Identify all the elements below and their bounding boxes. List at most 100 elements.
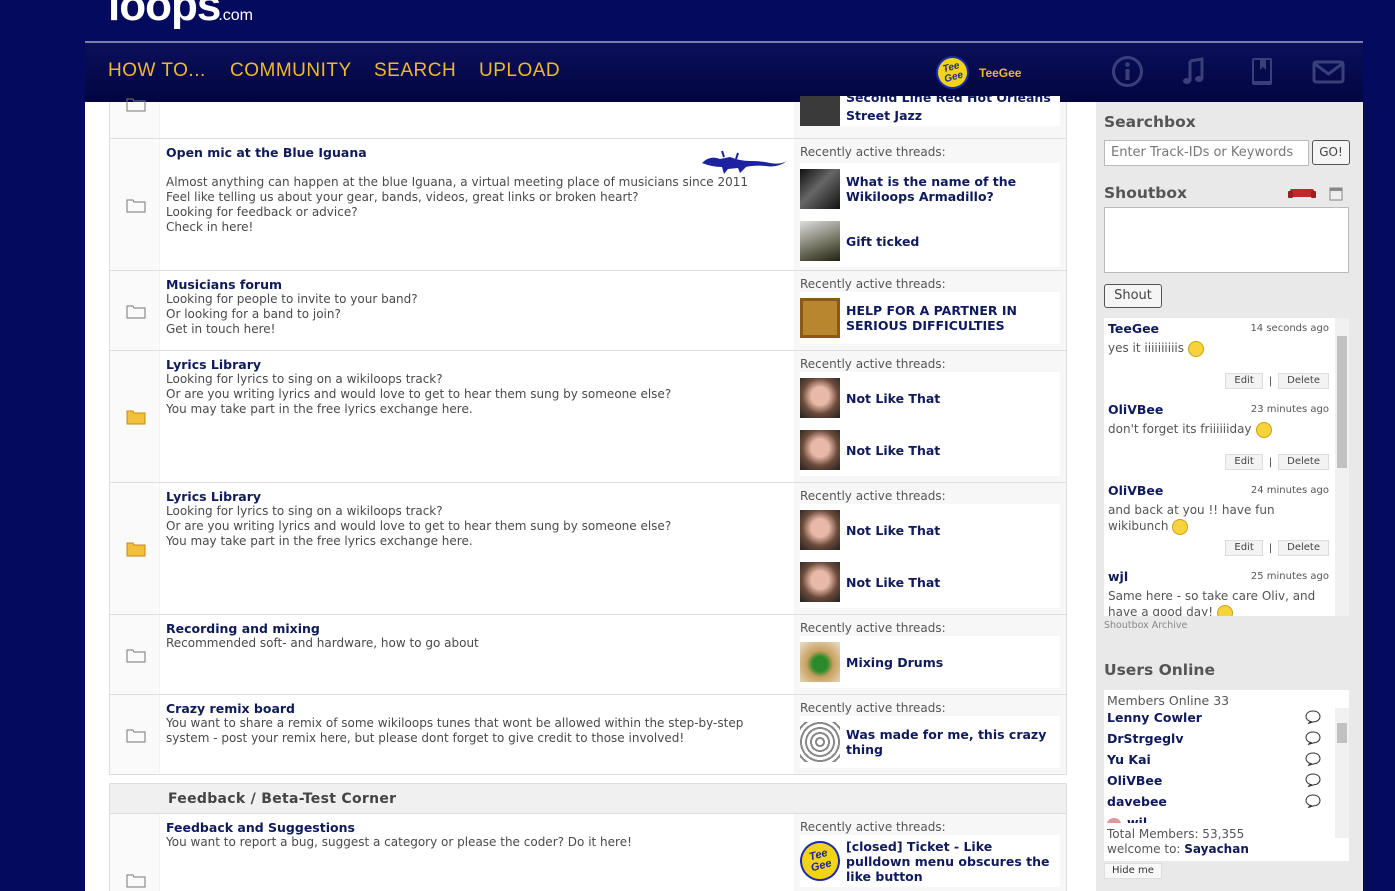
online-member[interactable]: OliVBee (1107, 771, 1346, 792)
online-member[interactable]: wil (1107, 813, 1346, 823)
threads-label: Recently active threads: (800, 277, 946, 291)
thread-link[interactable]: Mixing Drums (846, 655, 943, 670)
nav-upload[interactable]: UPLOAD (479, 60, 560, 82)
thread-link[interactable]: Gift ticked (846, 234, 919, 249)
member-avatar (1107, 817, 1121, 823)
book-icon[interactable] (1245, 55, 1278, 88)
thread-thumbnail[interactable] (800, 378, 840, 418)
welcome-member[interactable]: Sayachan (1184, 842, 1249, 856)
forum-title[interactable]: Recording and mixing (166, 621, 788, 636)
section-header: Feedback / Beta-Test Corner (109, 783, 1067, 814)
edit-button[interactable]: Edit (1225, 540, 1263, 556)
user-menu[interactable]: Tee Gee TeeGee (932, 52, 1021, 93)
nav-search[interactable]: SEARCH (374, 60, 456, 82)
search-go-button[interactable]: GO! (1312, 140, 1350, 165)
forum-title[interactable]: Feedback and Suggestions (166, 820, 788, 835)
thread-thumbnail[interactable] (800, 96, 840, 126)
search-input[interactable]: Enter Track-IDs or Keywords (1104, 140, 1309, 166)
thread-thumbnail[interactable] (800, 722, 840, 762)
delete-button[interactable]: Delete (1278, 540, 1329, 556)
thread-thumbnail[interactable] (800, 430, 840, 470)
grin-smiley-icon (1255, 421, 1272, 438)
site-logo[interactable]: loops.com (108, 0, 253, 38)
forum-title[interactable]: Open mic at the Blue Iguana (166, 145, 788, 160)
threads-label: Recently active threads: (800, 820, 946, 834)
iguana-icon (702, 150, 787, 174)
thread-thumbnail[interactable] (800, 562, 840, 602)
popout-icon[interactable] (1329, 187, 1343, 201)
info-icon[interactable] (1111, 55, 1144, 88)
chat-bubble-icon[interactable] (1305, 731, 1321, 745)
chat-bubble-icon[interactable] (1305, 773, 1321, 787)
folder-icon[interactable] (126, 96, 146, 112)
forum-description: Looking for people to invite to your ban… (166, 292, 418, 336)
hide-me-button[interactable]: Hide me (1104, 863, 1162, 879)
folder-icon[interactable] (126, 872, 146, 888)
edit-button[interactable]: Edit (1225, 373, 1263, 389)
chat-bubble-icon[interactable] (1305, 710, 1321, 724)
thread-thumbnail[interactable]: Tee Gee (795, 836, 845, 886)
delete-button[interactable]: Delete (1278, 454, 1329, 470)
user-avatar[interactable]: Tee Gee (932, 52, 973, 93)
forum-row: Musicians forum Looking for people to in… (109, 271, 1067, 351)
forum-row: Lyrics Library Looking for lyrics to sin… (109, 483, 1067, 615)
sofa-icon[interactable] (1288, 186, 1316, 200)
folder-icon[interactable] (126, 727, 146, 743)
users-scrollbar[interactable] (1335, 708, 1349, 838)
thread-thumbnail[interactable] (800, 510, 840, 550)
delete-button[interactable]: Delete (1278, 373, 1329, 389)
thread-link[interactable]: Second Line Red Hot Orleans (846, 96, 1051, 108)
forum-description: You want to report a bug, suggest a cate… (166, 835, 632, 849)
welcome-label: welcome to: (1107, 842, 1181, 856)
forum-title[interactable]: Lyrics Library (166, 489, 788, 504)
folder-icon[interactable] (126, 647, 146, 663)
folder-icon[interactable] (126, 303, 146, 319)
nav-community[interactable]: COMMUNITY (230, 60, 352, 82)
thread-link[interactable]: Street Jazz (846, 108, 1051, 123)
shout-text: don't forget its friiiiiiday (1108, 422, 1252, 436)
threads-label: Recently active threads: (800, 357, 946, 371)
edit-button[interactable]: Edit (1225, 454, 1263, 470)
thread-thumbnail[interactable] (800, 298, 840, 338)
online-member[interactable]: davebee (1107, 792, 1346, 813)
online-member[interactable]: DrStrgeglv (1107, 729, 1346, 750)
forum-title[interactable]: Musicians forum (166, 277, 788, 292)
thread-link[interactable]: What is the name of the Wikiloops Armadi… (846, 174, 1060, 204)
chat-bubble-icon[interactable] (1305, 794, 1321, 808)
thread-link[interactable]: Not Like That (846, 391, 940, 406)
folder-icon[interactable] (126, 541, 146, 557)
folder-icon[interactable] (126, 197, 146, 213)
mail-icon[interactable] (1312, 55, 1345, 88)
chat-bubble-icon[interactable] (1305, 752, 1321, 766)
forum-row: Lyrics Library Looking for lyrics to sin… (109, 351, 1067, 483)
music-note-icon[interactable] (1178, 55, 1211, 88)
thread-link[interactable]: Not Like That (846, 443, 940, 458)
shout-button[interactable]: Shout (1104, 284, 1162, 308)
forum-title[interactable]: Crazy remix board (166, 701, 788, 716)
searchbox-title: Searchbox (1104, 113, 1196, 131)
shout-textarea[interactable] (1104, 207, 1349, 273)
thread-link[interactable]: Not Like That (846, 575, 940, 590)
online-member[interactable]: Lenny Cowler (1107, 708, 1346, 729)
online-member[interactable]: Yu Kai (1107, 750, 1346, 771)
thread-thumbnail[interactable] (800, 221, 840, 261)
forum-description: Looking for lyrics to sing on a wikiloop… (166, 372, 672, 416)
shoutbox-messages[interactable]: TeeGee 14 seconds ago yes it iiiiiiiiiis… (1104, 318, 1349, 616)
forum-description: Almost anything can happen at the blue I… (166, 175, 749, 234)
forum-title[interactable]: Lyrics Library (166, 357, 788, 372)
nav-how-to[interactable]: HOW TO... (108, 60, 206, 82)
thread-link[interactable]: HELP FOR A PARTNER IN SERIOUS DIFFICULTI… (846, 303, 1060, 333)
folder-icon[interactable] (126, 409, 146, 425)
thread-link[interactable]: [closed] Ticket - Like pulldown menu obs… (846, 839, 1060, 884)
shout-message: wjl 25 minutes ago Same here - so take c… (1104, 566, 1349, 616)
shout-text: yes it iiiiiiiiiis (1108, 341, 1184, 355)
thread-link[interactable]: Was made for me, this crazy thing (846, 727, 1060, 757)
shoutbox-scrollbar[interactable] (1335, 318, 1349, 616)
thread-thumbnail[interactable] (800, 169, 840, 209)
thread-thumbnail[interactable] (800, 642, 840, 682)
shout-time: 14 seconds ago (1250, 323, 1329, 334)
total-members: Total Members: 53,355 (1107, 827, 1245, 841)
shoutbox-archive-link[interactable]: Shoutbox Archive (1104, 620, 1187, 631)
user-name[interactable]: TeeGee (979, 66, 1021, 80)
thread-link[interactable]: Not Like That (846, 523, 940, 538)
